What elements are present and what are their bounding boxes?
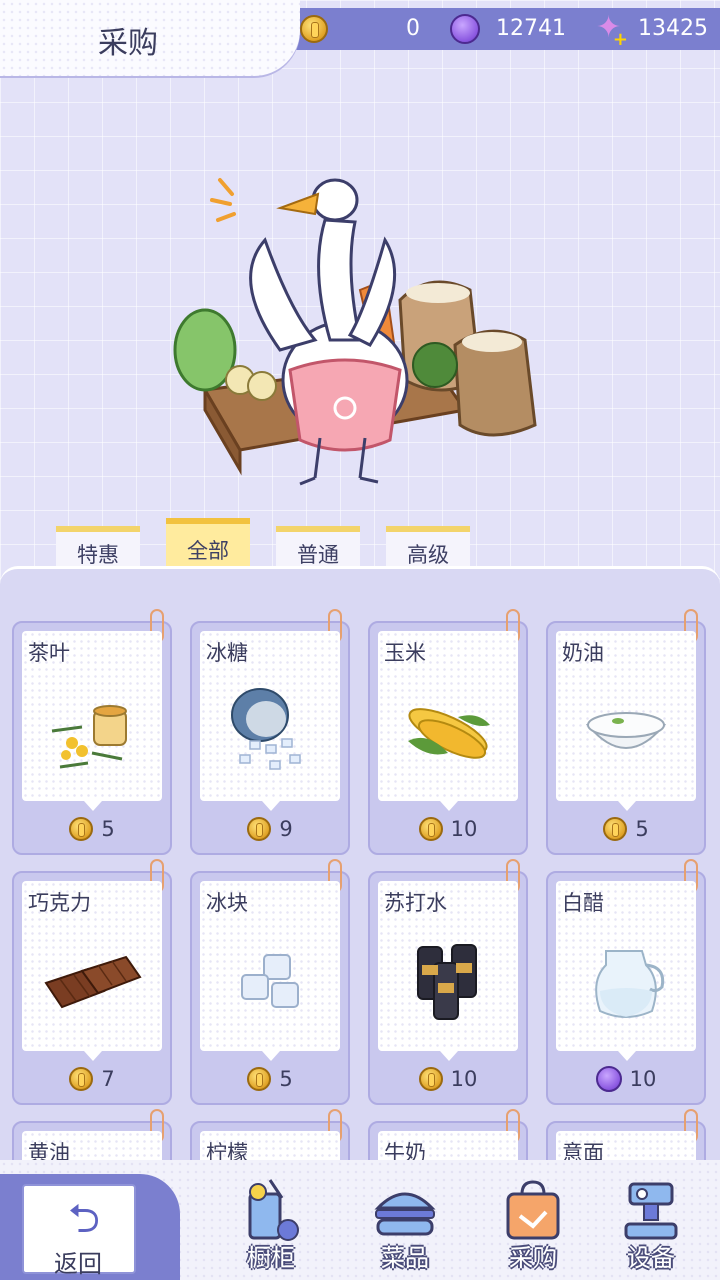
item-price: 10 xyxy=(548,1063,704,1095)
item-price: 7 xyxy=(14,1063,170,1095)
item-card-ice-cubes[interactable]: 冰块 5 xyxy=(190,859,350,1105)
item-card-chocolate[interactable]: 巧克力 7 xyxy=(12,859,172,1105)
item-price: 5 xyxy=(14,813,170,845)
gold-coin-icon xyxy=(418,1067,443,1091)
gold-coin-icon xyxy=(69,817,94,841)
ice-cubes-icon xyxy=(241,954,299,1008)
gem-amount: 12741 xyxy=(496,16,566,41)
item-price: 9 xyxy=(192,813,348,845)
equipment-icon xyxy=(624,1182,678,1240)
nav-dishes[interactable]: 菜品 xyxy=(350,1174,460,1280)
nav-label: 橱柜 xyxy=(247,1244,295,1272)
soda-icon xyxy=(417,944,477,1020)
item-card-soda[interactable]: 苏打水 10 xyxy=(368,859,528,1105)
item-price: 10 xyxy=(370,813,526,845)
item-name: 苏打水 xyxy=(384,891,447,915)
item-name: 冰块 xyxy=(206,891,248,915)
gold-amount: 0 xyxy=(406,16,420,41)
item-price: 5 xyxy=(192,1063,348,1095)
gold-coin-icon xyxy=(247,817,272,841)
price-value: 5 xyxy=(635,817,649,841)
item-image-area: 玉米 xyxy=(378,631,518,811)
top-bar: 0 12741 13425 采购 xyxy=(0,0,720,78)
back-label: 返回 xyxy=(54,1250,102,1278)
item-card-white-vinegar[interactable]: 白醋 10 xyxy=(546,859,706,1105)
price-value: 5 xyxy=(101,817,115,841)
back-button[interactable]: ⮌ 返回 xyxy=(0,1174,180,1280)
price-value: 10 xyxy=(629,1067,657,1091)
gem-currency: 12741 xyxy=(450,14,566,44)
item-price: 10 xyxy=(370,1063,526,1095)
item-card-corn[interactable]: 玉米 10 xyxy=(368,609,528,855)
item-image-area: 茶叶 xyxy=(22,631,162,811)
tea-icon xyxy=(51,705,127,769)
nav-label: 采购 xyxy=(509,1244,557,1272)
item-image-area: 苏打水 xyxy=(378,881,518,1061)
item-name: 奶油 xyxy=(562,641,604,665)
tab-label: 高级 xyxy=(407,543,449,567)
item-price: 5 xyxy=(548,813,704,845)
item-card-rock-sugar[interactable]: 冰糖 9 xyxy=(190,609,350,855)
price-value: 7 xyxy=(101,1067,115,1091)
goose-shopkeeper-illustration xyxy=(173,178,537,486)
nav-label: 菜品 xyxy=(381,1244,429,1272)
item-name: 白醋 xyxy=(562,891,604,915)
item-image-area: 奶油 xyxy=(556,631,696,811)
item-name: 玉米 xyxy=(384,641,426,665)
page-title: 采购 xyxy=(98,26,158,61)
item-grid-panel[interactable]: 茶叶 5 冰糖 9 玉米 10 奶油 5 巧克力 7 冰块 5 苏打水 10 白… xyxy=(0,566,720,1166)
item-card-cream[interactable]: 奶油 5 xyxy=(546,609,706,855)
gold-coin-icon xyxy=(300,15,328,43)
item-name: 茶叶 xyxy=(28,641,70,665)
nav-purchase[interactable]: 采购 xyxy=(478,1174,588,1280)
gem-icon xyxy=(450,14,480,44)
tab-label: 普通 xyxy=(297,543,339,567)
item-name: 巧克力 xyxy=(28,891,91,915)
nav-equipment[interactable]: 设备 xyxy=(596,1174,706,1280)
bottom-nav: ⮌ 返回 橱柜 菜品 采购 设备 xyxy=(0,1160,720,1280)
item-name: 冰糖 xyxy=(206,641,248,665)
item-image-area: 冰块 xyxy=(200,881,340,1061)
cabinet-icon xyxy=(248,1179,299,1241)
gold-coin-icon xyxy=(69,1067,94,1091)
price-value: 10 xyxy=(450,1067,478,1091)
vinegar-icon xyxy=(595,950,665,1018)
price-value: 10 xyxy=(450,817,478,841)
star-plus-icon[interactable] xyxy=(596,10,628,50)
gold-coin-icon xyxy=(247,1067,272,1091)
purchase-icon xyxy=(506,1180,560,1240)
back-paper: ⮌ 返回 xyxy=(22,1184,136,1278)
gold-currency: 0 xyxy=(300,14,420,44)
tab-label: 特惠 xyxy=(77,543,119,567)
gold-coin-icon xyxy=(418,817,443,841)
price-value: 9 xyxy=(279,817,293,841)
gem-icon xyxy=(595,1066,622,1092)
price-value: 5 xyxy=(279,1067,293,1091)
title-card: 采购 xyxy=(0,0,300,76)
rock-sugar-icon xyxy=(231,688,301,770)
corn-icon xyxy=(408,708,490,759)
item-image-area: 白醋 xyxy=(556,881,696,1061)
star-currency[interactable]: 13425 xyxy=(596,10,708,50)
star-amount: 13425 xyxy=(638,16,708,41)
gold-coin-icon xyxy=(603,817,628,841)
nav-cabinet[interactable]: 橱柜 xyxy=(216,1174,326,1280)
item-card-tea[interactable]: 茶叶 5 xyxy=(12,609,172,855)
dishes-icon xyxy=(374,1192,436,1236)
item-image-area: 巧克力 xyxy=(22,881,162,1061)
cream-icon xyxy=(585,712,667,749)
nav-label: 设备 xyxy=(627,1244,675,1272)
chocolate-icon xyxy=(44,955,142,1009)
currency-bar: 0 12741 13425 xyxy=(240,8,720,50)
item-image-area: 冰糖 xyxy=(200,631,340,811)
tab-label: 全部 xyxy=(187,539,229,563)
